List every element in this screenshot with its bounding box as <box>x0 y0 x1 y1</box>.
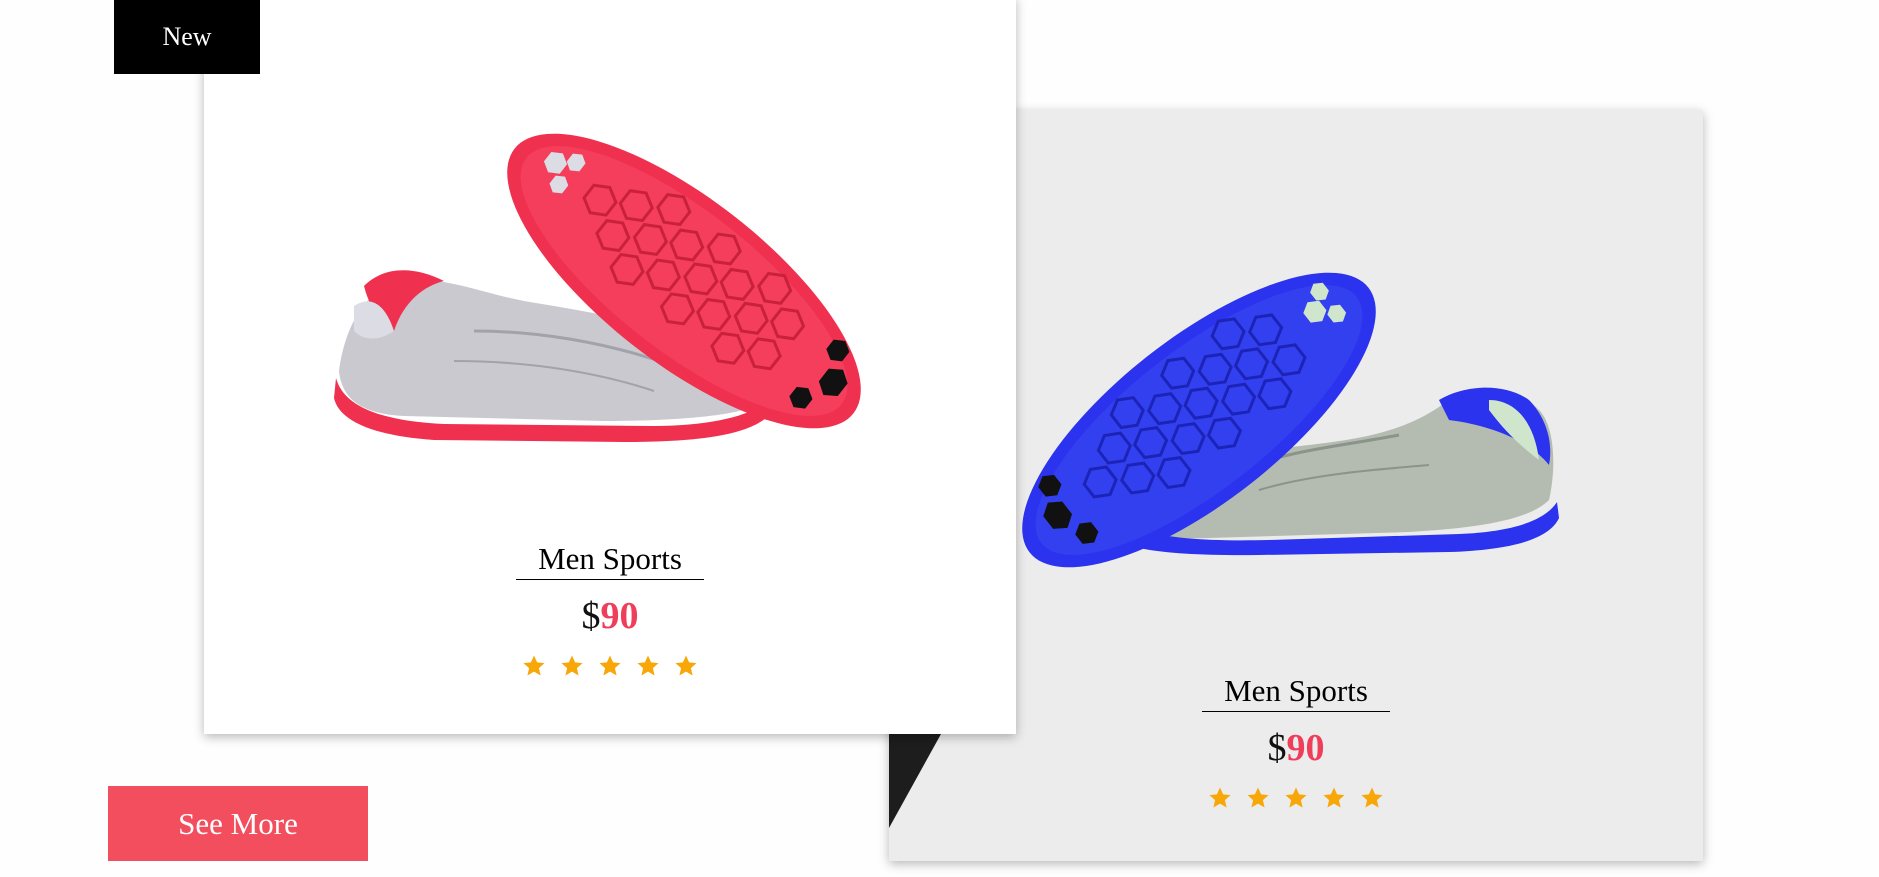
star-icon <box>1246 786 1270 810</box>
star-icon <box>636 654 660 678</box>
shoe-illustration-red <box>334 133 861 442</box>
product-card-featured[interactable]: Men Sports $90 <box>204 0 1016 734</box>
product-info: Men Sports $90 <box>204 541 1016 678</box>
page: Men Sports $90 Men Sports $90 New See Mo… <box>0 0 1879 877</box>
price-currency: $ <box>581 595 601 637</box>
star-icon <box>598 654 622 678</box>
star-icon <box>1322 786 1346 810</box>
price-currency: $ <box>1267 727 1287 769</box>
new-badge: New <box>114 0 260 74</box>
product-image[interactable] <box>324 116 924 496</box>
product-name[interactable]: Men Sports <box>1202 673 1390 712</box>
rating-stars <box>204 654 1016 678</box>
product-price: $90 <box>889 728 1703 768</box>
star-icon <box>522 654 546 678</box>
rating-stars <box>889 786 1703 810</box>
star-icon <box>674 654 698 678</box>
shoe-illustration-blue <box>1022 272 1559 568</box>
price-amount: 90 <box>600 595 639 637</box>
star-icon <box>1284 786 1308 810</box>
see-more-button[interactable]: See More <box>108 786 368 861</box>
product-price: $90 <box>204 596 1016 636</box>
product-image[interactable] <box>1009 250 1589 630</box>
price-amount: 90 <box>1286 727 1325 769</box>
star-icon <box>1208 786 1232 810</box>
product-name[interactable]: Men Sports <box>516 541 704 580</box>
star-icon <box>1360 786 1384 810</box>
star-icon <box>560 654 584 678</box>
